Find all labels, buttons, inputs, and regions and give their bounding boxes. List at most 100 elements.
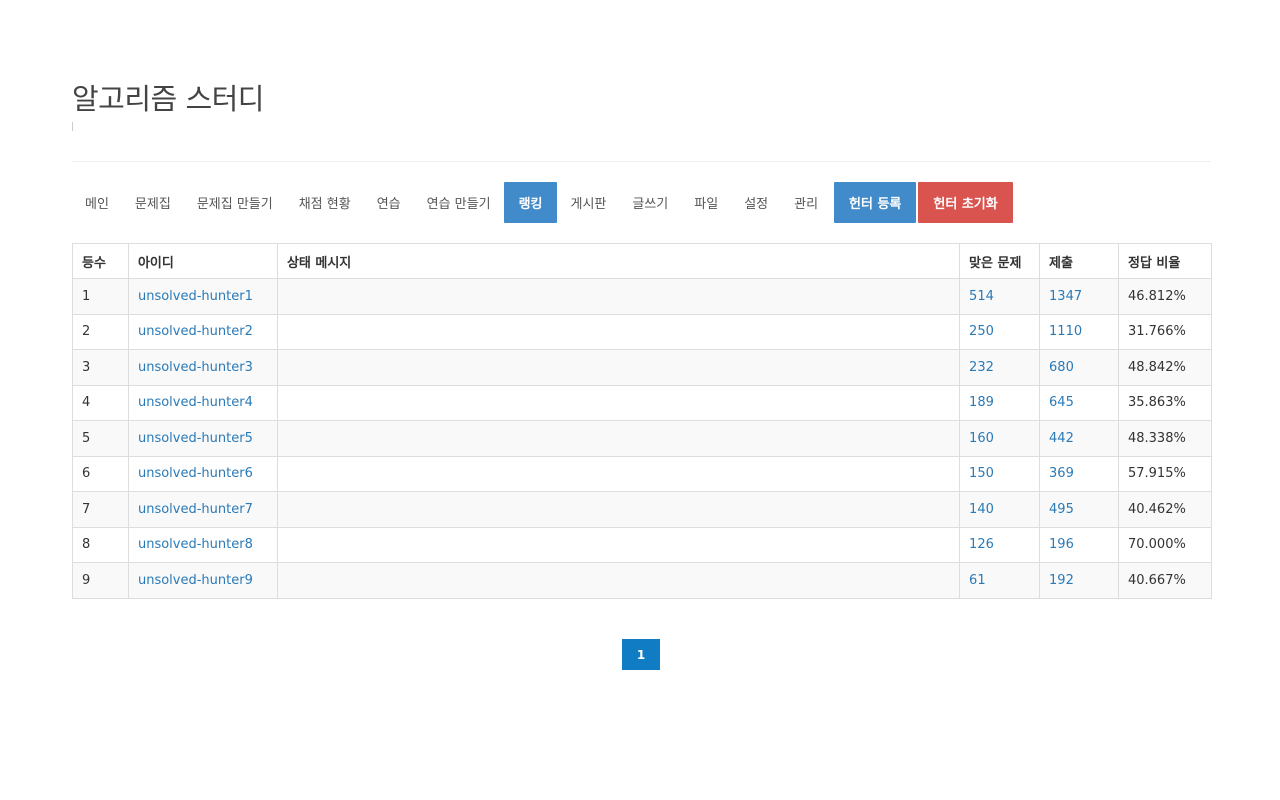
solved-count-link[interactable]: 61 (969, 573, 986, 588)
user-id-cell: unsolved-hunter2 (127, 313, 278, 350)
solved-count-link[interactable]: 232 (969, 360, 994, 375)
header-submissions: 제출 (1039, 243, 1119, 279)
status-message-cell (276, 384, 961, 421)
user-id-link[interactable]: unsolved-hunter8 (138, 537, 253, 552)
table-row: 3 unsolved-hunter3 232 680 48.842% (72, 349, 1213, 386)
page-title: 알고리즘 스터디 (72, 82, 264, 116)
submission-count-link[interactable]: 645 (1049, 395, 1074, 410)
user-id-link[interactable]: unsolved-hunter5 (138, 431, 253, 446)
correct-ratio-cell: 48.842% (1117, 349, 1213, 386)
submission-count-link[interactable]: 196 (1049, 537, 1074, 552)
header-divider (72, 161, 1211, 162)
nav-judge-status[interactable]: 채점 현황 (286, 182, 364, 223)
nav-ranking[interactable]: 랭킹 (503, 182, 558, 223)
solved-count-link[interactable]: 150 (969, 466, 994, 481)
solved-count-link[interactable]: 140 (969, 502, 994, 517)
table-row: 1 unsolved-hunter1 514 1347 46.812% (72, 278, 1213, 315)
table-row: 9 unsolved-hunter9 61 192 40.667% (72, 562, 1213, 599)
solved-count-link[interactable]: 160 (969, 431, 994, 446)
solved-count-cell: 150 (959, 455, 1041, 492)
submission-count-cell: 680 (1039, 349, 1119, 386)
solved-count-cell: 232 (959, 349, 1041, 386)
rank-cell: 3 (72, 349, 129, 386)
user-id-link[interactable]: unsolved-hunter3 (138, 360, 253, 375)
rank-cell: 2 (72, 313, 129, 350)
user-id-link[interactable]: unsolved-hunter9 (138, 573, 253, 588)
header-ratio: 정답 비율 (1117, 243, 1213, 279)
submission-count-link[interactable]: 1347 (1049, 289, 1082, 304)
solved-count-cell: 250 (959, 313, 1041, 350)
submission-count-link[interactable]: 680 (1049, 360, 1074, 375)
correct-ratio-cell: 40.667% (1117, 562, 1213, 599)
submission-count-link[interactable]: 1110 (1049, 324, 1082, 339)
ranking-table-body: 1 unsolved-hunter1 514 1347 46.812% 2 unsolved… (72, 278, 1213, 599)
rank-cell: 8 (72, 526, 129, 563)
nav-board[interactable]: 게시판 (557, 182, 619, 223)
user-id-cell: unsolved-hunter7 (127, 491, 278, 528)
status-message-cell (276, 455, 961, 492)
user-id-link[interactable]: unsolved-hunter7 (138, 502, 253, 517)
nav-practice[interactable]: 연습 (364, 182, 414, 223)
user-id-link[interactable]: unsolved-hunter2 (138, 324, 253, 339)
rank-cell: 4 (72, 384, 129, 421)
solved-count-cell: 126 (959, 526, 1041, 563)
correct-ratio-cell: 40.462% (1117, 491, 1213, 528)
solved-count-link[interactable]: 189 (969, 395, 994, 410)
rank-cell: 7 (72, 491, 129, 528)
submission-count-link[interactable]: 369 (1049, 466, 1074, 481)
solved-count-cell: 160 (959, 420, 1041, 457)
solved-count-cell: 189 (959, 384, 1041, 421)
submission-count-cell: 495 (1039, 491, 1119, 528)
nav-settings[interactable]: 설정 (731, 182, 781, 223)
user-id-cell: unsolved-hunter1 (127, 278, 278, 315)
solved-count-cell: 140 (959, 491, 1041, 528)
solved-count-link[interactable]: 250 (969, 324, 994, 339)
solved-count-link[interactable]: 126 (969, 537, 994, 552)
correct-ratio-cell: 35.863% (1117, 384, 1213, 421)
correct-ratio-cell: 31.766% (1117, 313, 1213, 350)
header-id: 아이디 (127, 243, 278, 279)
nav-files[interactable]: 파일 (681, 182, 731, 223)
user-id-link[interactable]: unsolved-hunter6 (138, 466, 253, 481)
nav-create-practice[interactable]: 연습 만들기 (414, 182, 504, 223)
pagination: 1 (622, 639, 660, 670)
user-id-cell: unsolved-hunter4 (127, 384, 278, 421)
rank-cell: 1 (72, 278, 129, 315)
table-row: 7 unsolved-hunter7 140 495 40.462% (72, 491, 1213, 528)
submission-count-cell: 645 (1039, 384, 1119, 421)
submission-count-link[interactable]: 192 (1049, 573, 1074, 588)
solved-count-link[interactable]: 514 (969, 289, 994, 304)
submission-count-cell: 196 (1039, 526, 1119, 563)
correct-ratio-cell: 70.000% (1117, 526, 1213, 563)
user-id-cell: unsolved-hunter9 (127, 562, 278, 599)
reset-hunter-button[interactable]: 헌터 초기화 (918, 182, 1013, 223)
table-row: 6 unsolved-hunter6 150 369 57.915% (72, 455, 1213, 492)
nav-write[interactable]: 글쓰기 (619, 182, 681, 223)
user-id-cell: unsolved-hunter6 (127, 455, 278, 492)
user-id-cell: unsolved-hunter3 (127, 349, 278, 386)
nav-create-problemset[interactable]: 문제집 만들기 (184, 182, 286, 223)
page-1-button[interactable]: 1 (622, 639, 660, 670)
submission-count-link[interactable]: 495 (1049, 502, 1074, 517)
rank-cell: 5 (72, 420, 129, 457)
status-message-cell (276, 491, 961, 528)
user-id-cell: unsolved-hunter8 (127, 526, 278, 563)
rank-cell: 9 (72, 562, 129, 599)
title-underline-mark (72, 122, 73, 131)
user-id-cell: unsolved-hunter5 (127, 420, 278, 457)
status-message-cell (276, 349, 961, 386)
nav-admin[interactable]: 관리 (781, 182, 831, 223)
submission-count-link[interactable]: 442 (1049, 431, 1074, 446)
group-nav-tabs: 메인 문제집 문제집 만들기 채점 현황 연습 연습 만들기 랭킹 게시판 글쓰기 파일 설정 관리 헌… (72, 182, 1013, 223)
solved-count-cell: 61 (959, 562, 1041, 599)
user-id-link[interactable]: unsolved-hunter1 (138, 289, 253, 304)
nav-problemsets[interactable]: 문제집 (122, 182, 184, 223)
header-status-message: 상태 메시지 (276, 243, 961, 279)
user-id-link[interactable]: unsolved-hunter4 (138, 395, 253, 410)
status-message-cell (276, 562, 961, 599)
submission-count-cell: 369 (1039, 455, 1119, 492)
header-row: 등수 아이디 상태 메시지 맞은 문제 제출 정답 비율 (72, 243, 1213, 279)
nav-main[interactable]: 메인 (72, 182, 122, 223)
register-hunter-button[interactable]: 헌터 등록 (834, 182, 917, 223)
correct-ratio-cell: 57.915% (1117, 455, 1213, 492)
